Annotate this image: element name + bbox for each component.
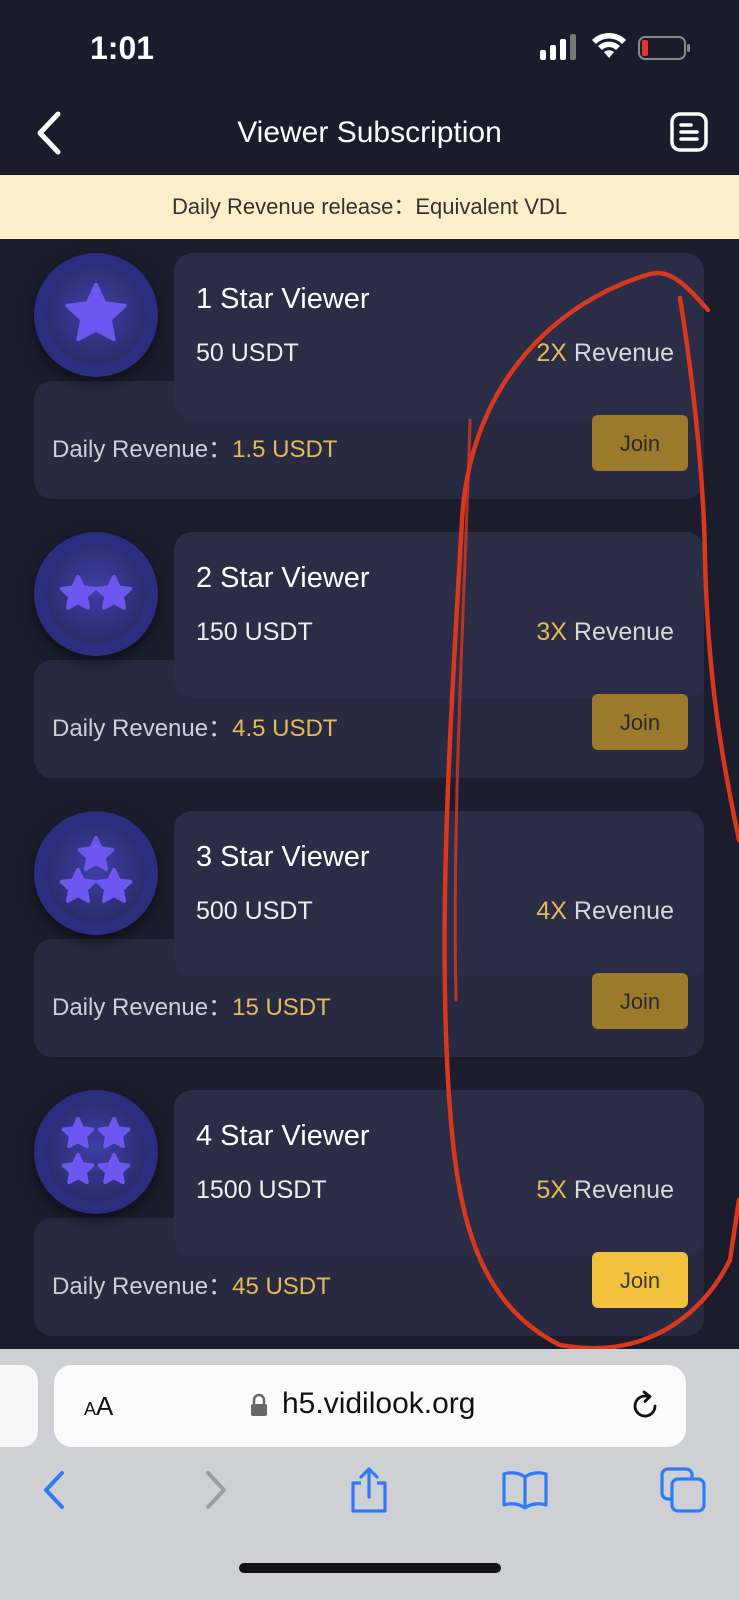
plan-price: 50 USDT xyxy=(196,339,299,367)
nav-bar: Viewer Subscription xyxy=(0,88,739,175)
multiplier-value: 5X xyxy=(536,1176,567,1204)
daily-revenue-value: 15 USDT xyxy=(232,994,331,1021)
address-bar[interactable]: AA h5.vidilook.org xyxy=(54,1365,686,1447)
page-title: Viewer Subscription xyxy=(237,116,502,149)
multiplier-label: Revenue xyxy=(566,1176,674,1204)
multiplier-label: Revenue xyxy=(566,897,674,925)
multiplier-label: Revenue xyxy=(566,618,674,646)
multiplier-value: 2X xyxy=(536,339,567,367)
multiplier-label: Revenue xyxy=(566,339,674,367)
plan-card-top-panel xyxy=(174,811,704,977)
plan-name: 1 Star Viewer xyxy=(196,283,370,315)
previous-tab-edge[interactable] xyxy=(0,1365,38,1447)
multiplier-value: 4X xyxy=(536,897,567,925)
join-button[interactable]: Join xyxy=(592,973,688,1029)
daily-revenue: Daily Revenue：4.5 USDT xyxy=(52,708,337,743)
share-icon[interactable] xyxy=(346,1467,392,1513)
plan-card-top-panel xyxy=(174,253,704,419)
star-icon xyxy=(65,283,127,342)
browser-back-icon[interactable] xyxy=(32,1467,78,1513)
daily-revenue-value: 4.5 USDT xyxy=(232,715,338,742)
plan-name: 2 Star Viewer xyxy=(196,562,370,594)
revenue-release-banner: Daily Revenue release：Equivalent VDL xyxy=(0,175,739,239)
plan-card: 4 Star Viewer 1500 USDT 5X Revenue Daily… xyxy=(34,1090,704,1336)
plan-price: 150 USDT xyxy=(196,618,313,646)
bookmarks-icon[interactable] xyxy=(502,1467,548,1513)
multiplier-value: 3X xyxy=(536,618,567,646)
star-medal-badge xyxy=(34,253,158,377)
join-button[interactable]: Join xyxy=(592,694,688,750)
status-bar: 1:01 xyxy=(0,0,739,88)
reader-settings-button[interactable]: AA xyxy=(84,1391,113,1422)
tabs-icon[interactable] xyxy=(660,1467,706,1513)
star-icon xyxy=(59,836,133,903)
plan-card: 1 Star Viewer 50 USDT 2X Revenue Daily R… xyxy=(34,253,704,499)
plan-price: 1500 USDT xyxy=(196,1176,327,1204)
wifi-icon xyxy=(592,32,626,58)
home-indicator xyxy=(239,1563,501,1573)
records-document-icon[interactable] xyxy=(670,112,708,152)
plan-name: 3 Star Viewer xyxy=(196,841,370,873)
reload-icon[interactable] xyxy=(628,1389,662,1423)
daily-revenue-value: 45 USDT xyxy=(232,1273,331,1300)
star-icon xyxy=(59,575,133,610)
join-button[interactable]: Join xyxy=(592,1252,688,1308)
status-time: 1:01 xyxy=(90,30,155,66)
plan-name: 4 Star Viewer xyxy=(196,1120,370,1152)
daily-revenue-value: 1.5 USDT xyxy=(232,436,338,463)
revenue-multiplier: 2X Revenue xyxy=(536,339,674,368)
daily-revenue-label: Daily Revenue： xyxy=(52,994,233,1021)
daily-revenue: Daily Revenue：1.5 USDT xyxy=(52,429,337,464)
cellular-signal-icon xyxy=(540,34,576,60)
plan-card: 2 Star Viewer 150 USDT 3X Revenue Daily … xyxy=(34,532,704,778)
plan-card-top-panel xyxy=(174,532,704,698)
browser-forward-icon[interactable] xyxy=(192,1467,238,1513)
star-medal-badge xyxy=(34,1090,158,1214)
revenue-multiplier: 3X Revenue xyxy=(536,618,674,647)
plan-list[interactable]: 1 Star Viewer 50 USDT 2X Revenue Daily R… xyxy=(0,239,739,1349)
daily-revenue-label: Daily Revenue： xyxy=(52,715,233,742)
daily-revenue-label: Daily Revenue： xyxy=(52,436,233,463)
daily-revenue-label: Daily Revenue： xyxy=(52,1273,233,1300)
plan-price: 500 USDT xyxy=(196,897,313,925)
url-text: h5.vidilook.org xyxy=(282,1387,476,1420)
join-button[interactable]: Join xyxy=(592,415,688,471)
star-icon xyxy=(61,1117,131,1185)
battery-icon xyxy=(638,36,690,60)
plan-card-top-panel xyxy=(174,1090,704,1256)
plan-card: 3 Star Viewer 500 USDT 4X Revenue Daily … xyxy=(34,811,704,1057)
revenue-multiplier: 4X Revenue xyxy=(536,897,674,926)
daily-revenue: Daily Revenue：15 USDT xyxy=(52,987,331,1022)
star-medal-badge xyxy=(34,811,158,935)
daily-revenue: Daily Revenue：45 USDT xyxy=(52,1266,331,1301)
star-medal-badge xyxy=(34,532,158,656)
revenue-multiplier: 5X Revenue xyxy=(536,1176,674,1205)
lock-icon xyxy=(251,1393,267,1416)
